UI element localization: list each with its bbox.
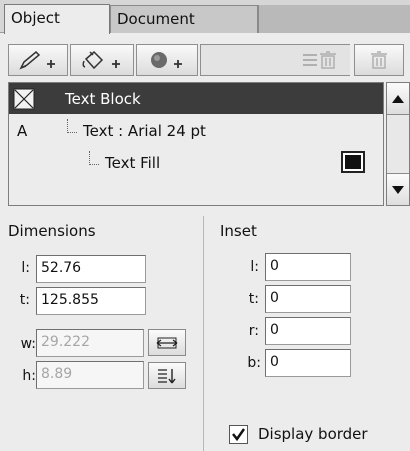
add-effect-button[interactable] [136, 44, 198, 76]
pen-plus-icon [19, 50, 55, 70]
inset-t-field[interactable]: 0 [265, 285, 351, 313]
checkmark-icon [232, 428, 246, 442]
text-type-icon: A [17, 121, 28, 140]
circle-plus-icon [151, 52, 182, 68]
display-border-label: Display border [258, 425, 368, 443]
fit-width-button[interactable] [148, 329, 186, 356]
text-block-icon [13, 88, 35, 109]
tab-document-label: Document [117, 10, 195, 28]
dim-t-field[interactable]: 125.855 [36, 287, 146, 315]
scroll-up-button[interactable] [387, 83, 409, 115]
scroll-down-button[interactable] [387, 173, 409, 205]
tree-item-label: Text Fill [105, 153, 161, 172]
tree-item-label: Text : Arial 24 pt [83, 121, 206, 140]
tree-item-text-fill[interactable]: Text Fill [9, 147, 383, 178]
trash-icon [371, 51, 387, 69]
add-fill-button[interactable] [70, 44, 134, 76]
inset-b-label: b: [247, 355, 261, 371]
arrow-up-icon [392, 94, 404, 103]
inset-r-label: r: [248, 323, 259, 339]
inset-b-field[interactable]: 0 [265, 349, 351, 377]
dim-w-label: w: [20, 336, 36, 352]
dim-w-field[interactable]: 29.222 [36, 329, 144, 357]
fill-swatch[interactable] [341, 151, 365, 173]
dim-l-label: l: [21, 260, 30, 276]
tab-bar: Object Document [0, 0, 410, 34]
fill-swatch-color [345, 155, 361, 169]
dimensions-title: Dimensions [8, 222, 96, 240]
inset-r-field[interactable]: 0 [265, 317, 351, 345]
dim-l-field[interactable]: 52.76 [36, 255, 146, 283]
tab-bar-filler [258, 5, 410, 33]
panel-divider [203, 216, 204, 451]
tab-document[interactable]: Document [110, 5, 258, 33]
tree-scrollbar[interactable] [386, 82, 410, 206]
tree-item-label: Text Block [65, 89, 141, 108]
arrow-down-icon [392, 185, 404, 194]
add-stroke-button[interactable] [8, 44, 68, 76]
delete-button[interactable] [354, 44, 404, 76]
inset-l-field[interactable]: 0 [265, 253, 351, 281]
appearance-tree: Text Block A Text : Arial 24 pt Text Fil… [8, 82, 384, 206]
inset-t-label: t: [248, 291, 259, 307]
fit-height-button[interactable] [148, 362, 186, 389]
inset-title: Inset [220, 222, 257, 240]
fill-bucket-plus-icon [82, 50, 120, 70]
tree-connector [89, 150, 99, 165]
tab-object[interactable]: Object [4, 4, 110, 34]
vertical-resize-icon [158, 368, 176, 383]
tab-object-label: Object [11, 9, 60, 27]
tree-connector [67, 118, 77, 133]
delete-item-button[interactable] [290, 44, 350, 76]
appearance-toolbar [8, 44, 404, 76]
dim-h-label: h: [22, 368, 36, 384]
dim-t-label: t: [19, 292, 30, 308]
inset-l-label: l: [250, 259, 259, 275]
horizontal-resize-icon [156, 337, 178, 348]
dim-h-field[interactable]: 8.89 [36, 361, 144, 389]
tree-item-text-block[interactable]: Text Block [9, 83, 383, 114]
display-border-checkbox[interactable] [229, 425, 248, 444]
tree-item-text-style[interactable]: A Text : Arial 24 pt [9, 115, 383, 146]
list-trash-icon [303, 51, 336, 69]
